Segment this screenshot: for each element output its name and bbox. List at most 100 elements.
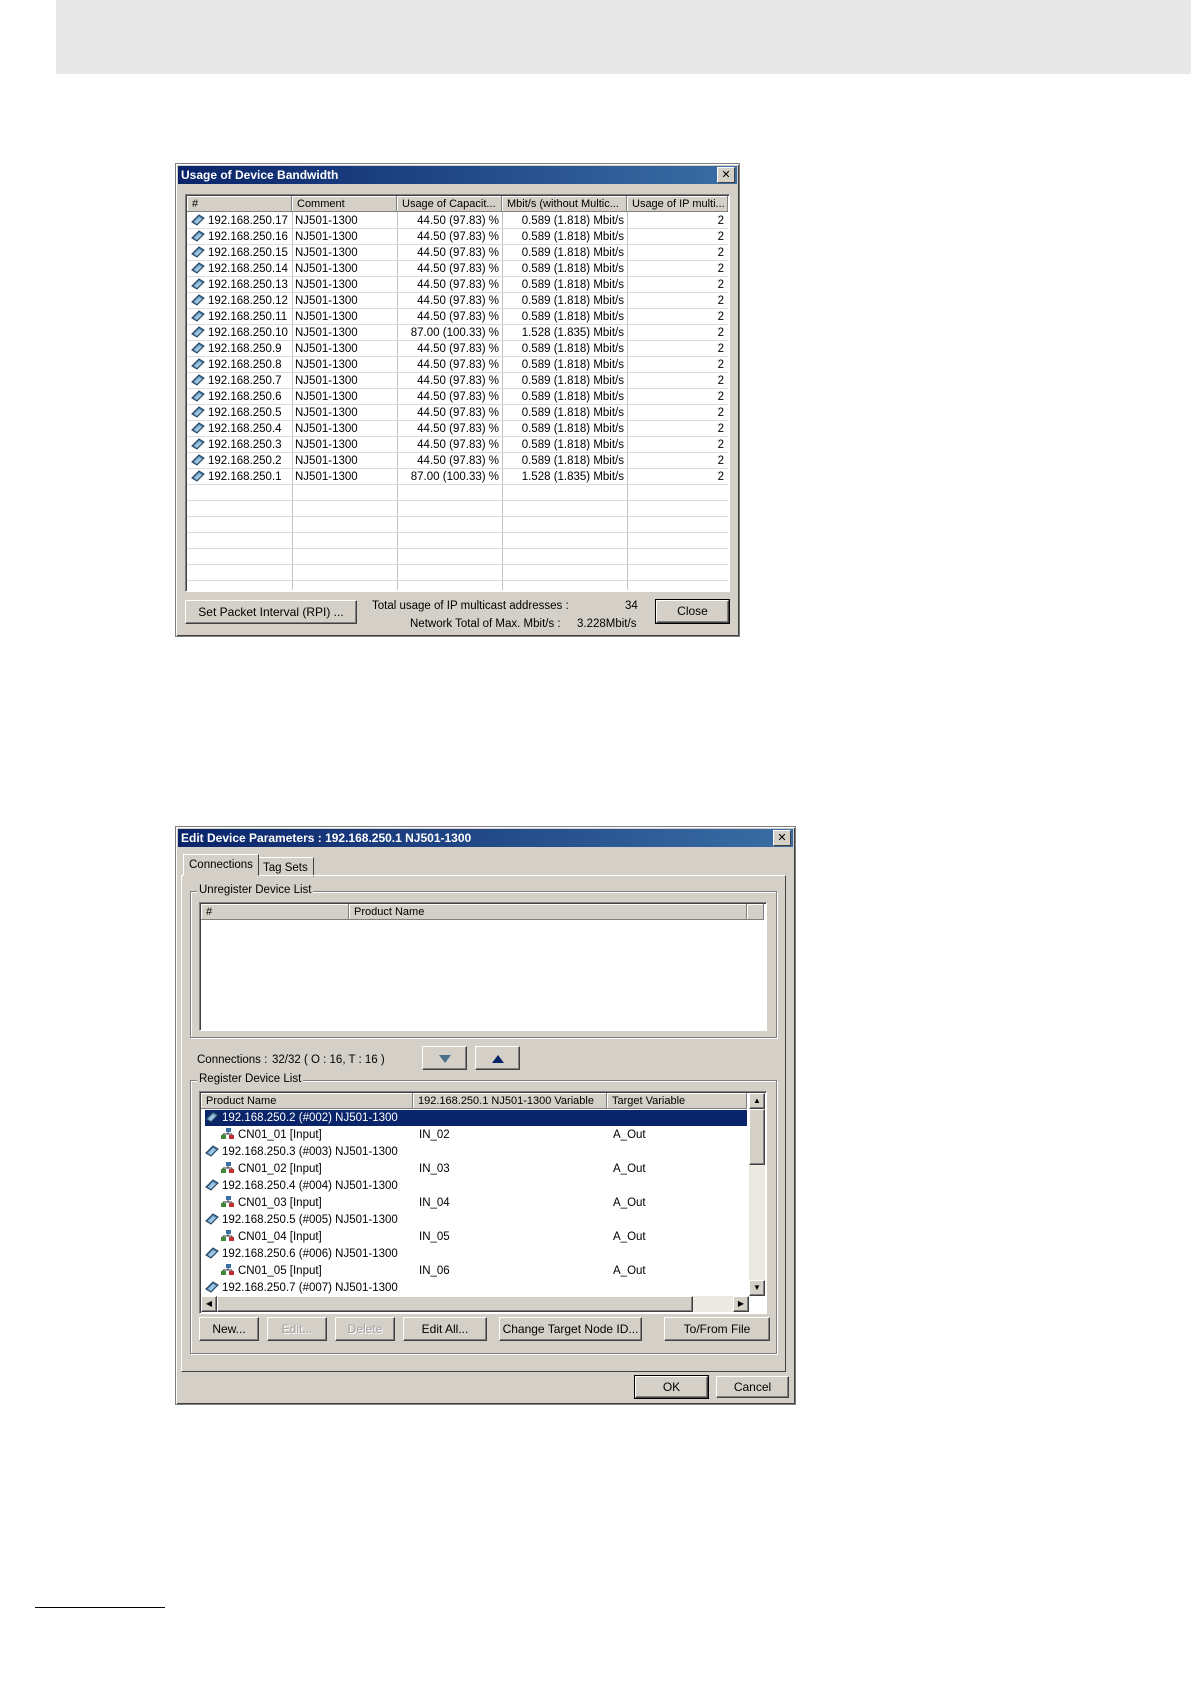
- change-target-node-id-button[interactable]: Change Target Node ID...: [499, 1317, 642, 1341]
- new-button[interactable]: New...: [199, 1317, 259, 1341]
- column-header[interactable]: 192.168.250.1 NJ501-1300 Variable: [413, 1093, 607, 1109]
- device-comment: NJ501-1300: [295, 391, 358, 403]
- cancel-button[interactable]: Cancel: [716, 1376, 789, 1398]
- product-name: CN01_04 [Input]: [238, 1231, 322, 1243]
- tab-tag-sets[interactable]: Tag Sets: [257, 857, 314, 877]
- device-icon: [191, 310, 205, 322]
- edit-button[interactable]: Edit...: [267, 1317, 327, 1341]
- mbit-value: 0.589 (1.818) Mbit/s: [521, 407, 624, 419]
- table-row[interactable]: 192.168.250.8 NJ501-1300 44.50 (97.83) % 0.…: [187, 357, 728, 373]
- mbit-value: 0.589 (1.818) Mbit/s: [521, 455, 624, 467]
- column-header[interactable]: Product Name: [349, 904, 747, 920]
- target-variable: A_Out: [613, 1163, 646, 1175]
- column-header[interactable]: Product Name: [201, 1093, 413, 1109]
- close-button[interactable]: Close: [655, 599, 730, 624]
- ip-multicast-usage: 2: [717, 231, 724, 243]
- table-row[interactable]: 192.168.250.17 NJ501-1300 44.50 (97.83) % 0…: [187, 213, 728, 229]
- move-up-button[interactable]: [475, 1046, 520, 1070]
- device-row[interactable]: 192.168.250.4 (#004) NJ501-1300: [201, 1178, 747, 1194]
- column-header[interactable]: Usage of IP multi...: [627, 196, 728, 212]
- row-divider: [187, 500, 728, 501]
- device-address: 192.168.250.11: [208, 311, 288, 323]
- set-packet-interval-button[interactable]: Set Packet Interval (RPI) ...: [185, 600, 357, 624]
- device-row[interactable]: 192.168.250.3 (#003) NJ501-1300: [201, 1144, 747, 1160]
- device-row[interactable]: 192.168.250.7 (#007) NJ501-1300: [201, 1280, 747, 1296]
- table-row[interactable]: 192.168.250.6 NJ501-1300 44.50 (97.83) % 0.…: [187, 389, 728, 405]
- scroll-left-icon[interactable]: ◀: [201, 1296, 217, 1312]
- ip-multicast-usage: 2: [717, 359, 724, 371]
- device-address: 192.168.250.17: [208, 215, 288, 227]
- table-row[interactable]: 192.168.250.2 NJ501-1300 44.50 (97.83) % 0.…: [187, 453, 728, 469]
- device-icon: [191, 326, 205, 338]
- horizontal-scrollbar[interactable]: ◀ ▶: [201, 1296, 749, 1312]
- table-row[interactable]: 192.168.250.9 NJ501-1300 44.50 (97.83) % 0.…: [187, 341, 728, 357]
- mbit-value: 0.589 (1.818) Mbit/s: [521, 375, 624, 387]
- product-name: 192.168.250.3 (#003) NJ501-1300: [222, 1146, 398, 1158]
- unregister-device-table: # Product Name: [199, 902, 767, 1031]
- device-icon: [191, 358, 205, 370]
- table-row[interactable]: 192.168.250.15 NJ501-1300 44.50 (97.83) % 0…: [187, 245, 728, 261]
- device-icon: [191, 470, 205, 482]
- device-comment: NJ501-1300: [295, 375, 358, 387]
- connection-row[interactable]: CN01_02 [Input] IN_03 A_Out: [201, 1161, 747, 1177]
- ip-multicast-usage: 2: [717, 423, 724, 435]
- connection-row[interactable]: CN01_04 [Input] IN_05 A_Out: [201, 1229, 747, 1245]
- product-name: 192.168.250.7 (#007) NJ501-1300: [222, 1282, 398, 1294]
- column-header[interactable]: #: [201, 904, 349, 920]
- edit-all-button[interactable]: Edit All...: [403, 1317, 487, 1341]
- device-row[interactable]: 192.168.250.6 (#006) NJ501-1300: [201, 1246, 747, 1262]
- device-row[interactable]: 192.168.250.2 (#002) NJ501-1300: [201, 1110, 747, 1126]
- table-row[interactable]: 192.168.250.1 NJ501-1300 87.00 (100.33) % 1…: [187, 469, 728, 485]
- delete-button[interactable]: Delete: [335, 1317, 395, 1341]
- close-icon[interactable]: ✕: [717, 167, 735, 183]
- column-header[interactable]: Usage of Capacit...: [397, 196, 502, 212]
- scroll-down-icon[interactable]: ▼: [749, 1280, 765, 1296]
- column-header[interactable]: Target Variable: [607, 1093, 747, 1109]
- mbit-value: 0.589 (1.818) Mbit/s: [521, 295, 624, 307]
- vertical-scrollbar[interactable]: ▲ ▼: [749, 1093, 765, 1296]
- capacity-usage: 44.50 (97.83) %: [417, 247, 499, 259]
- mbit-value: 0.589 (1.818) Mbit/s: [521, 391, 624, 403]
- table-row[interactable]: 192.168.250.16 NJ501-1300 44.50 (97.83) % 0…: [187, 229, 728, 245]
- capacity-usage: 44.50 (97.83) %: [417, 311, 499, 323]
- table-row[interactable]: 192.168.250.13 NJ501-1300 44.50 (97.83) % 0…: [187, 277, 728, 293]
- device-icon: [191, 438, 205, 450]
- connection-row[interactable]: CN01_05 [Input] IN_06 A_Out: [201, 1263, 747, 1279]
- ok-button[interactable]: OK: [634, 1375, 709, 1399]
- row-divider: [187, 532, 728, 533]
- table-row[interactable]: 192.168.250.10 NJ501-1300 87.00 (100.33) %…: [187, 325, 728, 341]
- scroll-right-icon[interactable]: ▶: [733, 1296, 749, 1312]
- row-divider: [187, 452, 728, 453]
- originator-variable: IN_04: [419, 1197, 450, 1209]
- scroll-up-icon[interactable]: ▲: [749, 1093, 765, 1109]
- device-icon: [205, 1247, 219, 1259]
- ip-multicast-usage: 2: [717, 279, 724, 291]
- connection-row[interactable]: CN01_03 [Input] IN_04 A_Out: [201, 1195, 747, 1211]
- move-down-button[interactable]: [422, 1046, 467, 1070]
- table-row[interactable]: 192.168.250.14 NJ501-1300 44.50 (97.83) % 0…: [187, 261, 728, 277]
- scroll-thumb-horizontal[interactable]: [217, 1296, 693, 1312]
- table-row[interactable]: 192.168.250.5 NJ501-1300 44.50 (97.83) % 0.…: [187, 405, 728, 421]
- register-device-group: Register Device List Product Name 192.16…: [190, 1073, 777, 1354]
- column-header[interactable]: Comment: [292, 196, 397, 212]
- table-row[interactable]: 192.168.250.12 NJ501-1300 44.50 (97.83) % 0…: [187, 293, 728, 309]
- to-from-file-button[interactable]: To/From File: [664, 1317, 770, 1341]
- table-row[interactable]: 192.168.250.7 NJ501-1300 44.50 (97.83) % 0.…: [187, 373, 728, 389]
- table-row[interactable]: 192.168.250.4 NJ501-1300 44.50 (97.83) % 0.…: [187, 421, 728, 437]
- close-icon[interactable]: ✕: [773, 830, 791, 846]
- capacity-usage: 87.00 (100.33) %: [410, 327, 499, 339]
- column-header[interactable]: Mbit/s (without Multic...: [502, 196, 627, 212]
- connection-row[interactable]: CN01_01 [Input] IN_02 A_Out: [201, 1127, 747, 1143]
- tab-connections[interactable]: Connections: [183, 854, 259, 876]
- capacity-usage: 44.50 (97.83) %: [417, 295, 499, 307]
- device-icon: [205, 1213, 219, 1225]
- device-address: 192.168.250.15: [208, 247, 288, 259]
- device-row[interactable]: 192.168.250.5 (#005) NJ501-1300: [201, 1212, 747, 1228]
- row-divider: [187, 548, 728, 549]
- table-row[interactable]: 192.168.250.3 NJ501-1300 44.50 (97.83) % 0.…: [187, 437, 728, 453]
- mbit-value: 1.528 (1.835) Mbit/s: [521, 471, 624, 483]
- table-row[interactable]: 192.168.250.11 NJ501-1300 44.50 (97.83) % 0…: [187, 309, 728, 325]
- scroll-thumb[interactable]: [749, 1109, 765, 1165]
- column-header[interactable]: #: [187, 196, 292, 212]
- capacity-usage: 44.50 (97.83) %: [417, 391, 499, 403]
